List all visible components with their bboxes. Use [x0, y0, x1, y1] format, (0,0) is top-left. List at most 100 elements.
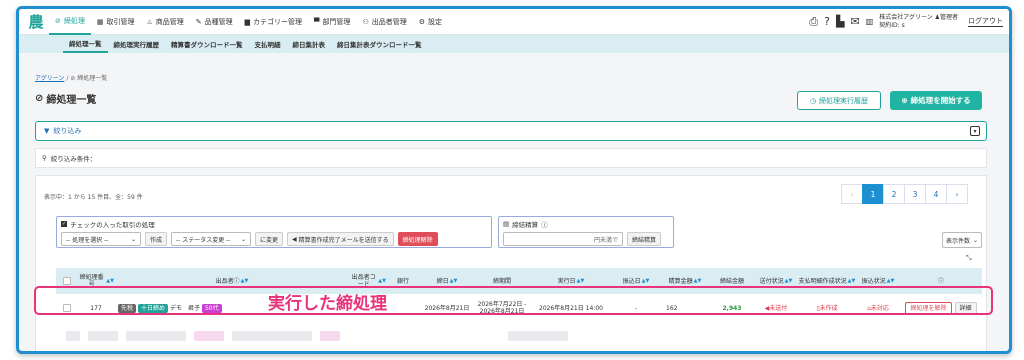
col-exec-date[interactable]: 実行日 ▲▼ [530, 268, 612, 294]
send-mail-button[interactable]: ◀ 精算書作成完了メールを送信する [287, 232, 394, 246]
col-settle-amount[interactable]: 精算金額 ▲▼ [660, 268, 710, 294]
row-statement-status: ▯ 未作成 [816, 304, 838, 312]
top-nav: 農 ⊘ 締処理 ▦ 取引管理 ♨ 商品管理 ✎ 品種管理 ▆ カテゴリー管理 ▀ 部門管理 … [19, 9, 1009, 35]
calculator-icon: ▤ [503, 220, 510, 228]
col-statement-status[interactable]: 支払明細作成状況 ▲▼ [798, 268, 856, 294]
cart-icon[interactable]: ▙ [836, 15, 844, 28]
detail-button[interactable]: 詳細 [954, 301, 977, 315]
plus-circle-icon: ⊕ [901, 96, 908, 105]
row-id: 177 [90, 304, 102, 312]
results-panel: 表示中：1 から 15 件目、全：59 件 ‹ 1 2 3 4 › ✓ チェックの… [35, 175, 987, 351]
subnav-closing-history[interactable]: 締処理実行履歴 [108, 35, 166, 53]
send-icon: ◀ [292, 235, 297, 243]
closing-history-button[interactable]: ◷ 締処理実行履歴 [797, 91, 881, 110]
chevron-down-icon: ⌄ [240, 235, 247, 243]
nav-varieties[interactable]: ✎ 品種管理 [190, 9, 239, 35]
help-icon: ⓘ [541, 221, 548, 229]
table-row-blurred [56, 326, 982, 346]
sort-icon: ▲▼ [449, 277, 458, 284]
help-icon[interactable]: ? [824, 15, 830, 28]
row-checkbox[interactable] [63, 304, 71, 312]
cancel-closing-button[interactable]: 締処理を解除 [905, 301, 952, 315]
page-next[interactable]: › [946, 184, 968, 204]
subnav-closing-summary[interactable]: 締日集計表 [287, 35, 332, 53]
user-name: 管理者 [939, 13, 958, 21]
sort-icon: ▲▼ [847, 277, 856, 284]
threshold-input[interactable]: 円未満で [503, 232, 623, 246]
page-title: ⊘ 締処理一覧 [35, 93, 97, 106]
subnav-closing-list[interactable]: 締処理一覧 [63, 35, 108, 53]
create-button[interactable]: 作成 [145, 232, 168, 246]
nav-closing[interactable]: ⊘ 締処理 [49, 9, 91, 35]
page-prev[interactable]: ‹ [841, 184, 863, 204]
result-count: 表示中：1 から 15 件目、全：59 件 [44, 194, 143, 201]
row-transfer-status: ⌂ 未対応 [867, 304, 889, 312]
col-transfer-status[interactable]: 振込状況 ▲▼ [856, 268, 900, 294]
users-icon: ⚇ [362, 17, 369, 26]
col-bank: 銀行 [396, 277, 409, 285]
sort-icon: ▲▼ [641, 277, 650, 284]
category-icon: ▆ [244, 17, 251, 26]
col-period: 締期間 [492, 277, 511, 285]
row-transfer-date: - [634, 304, 638, 312]
row-settle-amount: 162 [666, 304, 678, 312]
pagination: ‹ 1 2 3 4 › [841, 184, 968, 204]
expand-icon[interactable]: ⤡ [966, 254, 972, 263]
col-close-date[interactable]: 締日 ▲▼ [420, 268, 474, 294]
row-exec-date: 2026年8月21日 14:00 [539, 304, 603, 312]
row-closing-amount: 2,943 [722, 304, 742, 312]
row-send-status: ◀ 未送付 [764, 304, 788, 312]
sort-icon: ▲▼ [240, 277, 249, 284]
mail-icon[interactable]: ✉ [850, 15, 859, 28]
expand-filter-icon[interactable]: ▾ [970, 126, 980, 136]
sub-nav: 締処理一覧 締処理実行履歴 精算書ダウンロード一覧 支払明細 締日集計表 締日集… [19, 35, 1009, 53]
contract-id: 契約ID: s [879, 21, 905, 29]
select-all-checkbox[interactable] [63, 277, 71, 285]
nav-products[interactable]: ♨ 商品管理 [141, 9, 190, 35]
account-info: 株式会社アグリーン ♟管理者 契約ID: s [879, 14, 958, 30]
app-logo[interactable]: 農 [23, 9, 49, 35]
sort-icon: ▲▼ [576, 277, 585, 284]
chevron-down-icon: ⌄ [130, 235, 136, 243]
nav-settings[interactable]: ⚙ 設定 [413, 9, 448, 35]
tax-badge: 先税 [118, 303, 137, 313]
subnav-summary-downloads[interactable]: 締日集計表ダウンロード一覧 [331, 35, 428, 53]
bulk-cancel-closing-button[interactable]: 締処理解除 [397, 232, 438, 246]
subnav-payment-details[interactable]: 支払明細 [249, 35, 287, 53]
checkbox-icon: ✓ [61, 221, 68, 227]
subnav-statement-downloads[interactable]: 精算書ダウンロード一覧 [165, 35, 249, 53]
closing-type-badge: 十日締め [138, 303, 169, 313]
nav-transactions[interactable]: ▦ 取引管理 [91, 9, 141, 35]
page-3[interactable]: 3 [904, 184, 926, 204]
breadcrumb-root[interactable]: アグリーン [35, 75, 64, 82]
bulk-actions: ✓ チェックの入った取引の処理 -- 処理を選択 -- ⌄ 作成 -- ステータス変… [56, 216, 492, 248]
help-icon: ⓘ [937, 277, 944, 285]
nav-categories[interactable]: ▆ カテゴリー管理 [239, 9, 308, 35]
print-icon[interactable]: ⎙ [809, 15, 818, 29]
nav-departments[interactable]: ▀ 部門管理 [308, 9, 356, 35]
col-send-status[interactable]: 送付状況 ▲▼ [754, 268, 798, 294]
page-2[interactable]: 2 [883, 184, 905, 204]
row-close-date: 2026年8月21日 [424, 304, 470, 312]
page-4[interactable]: 4 [925, 184, 947, 204]
col-id[interactable]: 締処理番号 ▲▼ [78, 268, 114, 294]
folder-icon: ▀ [314, 17, 320, 26]
gear-icon: ⚙ [418, 17, 425, 26]
col-transfer-date[interactable]: 振込日 ▲▼ [612, 268, 660, 294]
sort-icon: ▲▼ [106, 277, 114, 284]
change-status-button[interactable]: に変更 [255, 232, 284, 246]
process-select[interactable]: -- 処理を選択 -- ⌄ [61, 232, 141, 246]
nav-sellers[interactable]: ⚇ 出品者管理 [356, 9, 412, 35]
filter-bar[interactable]: ▼ 絞り込み ▾ [35, 121, 987, 141]
app-window: 農 ⊘ 締処理 ▦ 取引管理 ♨ 商品管理 ✎ 品種管理 ▆ カテゴリー管理 ▀ 部門管理 … [16, 6, 1012, 354]
row-period: 2026年7月22日 - 2026年8月21日 [477, 301, 527, 315]
seller-name[interactable]: デモ 君子 [170, 305, 200, 312]
per-page-select[interactable]: 表示件数 ⌄ [942, 232, 982, 248]
start-closing-button[interactable]: ⊕ 締処理を開始する [890, 91, 982, 110]
logout-link[interactable]: ログアウト [968, 16, 1003, 27]
page-1[interactable]: 1 [862, 184, 884, 204]
status-select[interactable]: -- ステータス変更 -- ⌄ [171, 232, 252, 246]
sort-icon: ▲▼ [693, 277, 702, 284]
settle-button[interactable]: 締結精算 [627, 232, 662, 246]
annotation-label: 実行した締処理 [268, 294, 387, 314]
